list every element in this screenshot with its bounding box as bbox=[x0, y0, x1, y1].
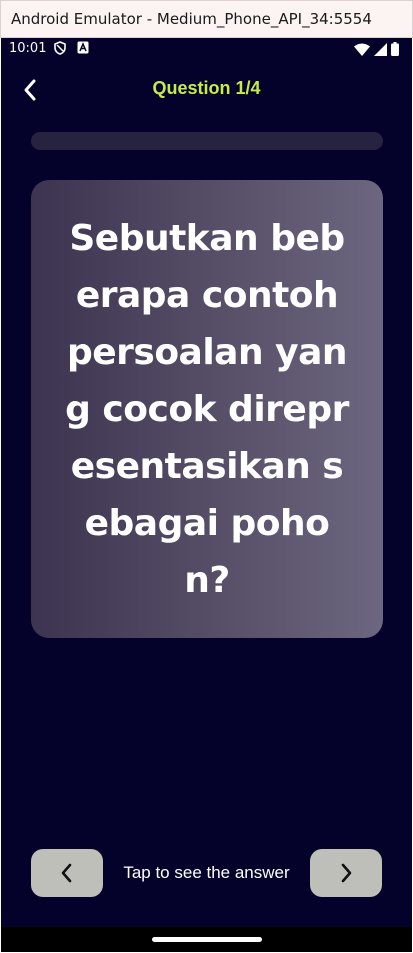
app-bar: Question 1/4 bbox=[1, 76, 412, 104]
page-title: Question 1/4 bbox=[152, 78, 261, 98]
flashcard[interactable]: Sebutkan beberapa contoh persoalan yang … bbox=[31, 180, 383, 638]
show-answer-hint[interactable]: Tap to see the answer bbox=[103, 863, 310, 883]
status-bar: 10:01 bbox=[1, 38, 412, 60]
chevron-left-icon bbox=[61, 863, 72, 883]
question-text: Sebutkan beberapa contoh persoalan yang … bbox=[65, 217, 349, 601]
next-card-button[interactable] bbox=[310, 849, 382, 897]
window-title: Android Emulator - Medium_Phone_API_34:5… bbox=[11, 10, 372, 28]
wifi-icon bbox=[354, 43, 370, 59]
gesture-navigation-bar bbox=[1, 927, 412, 952]
progress-bar bbox=[31, 132, 383, 150]
cell-signal-icon bbox=[374, 42, 387, 59]
chevron-right-icon bbox=[341, 863, 352, 883]
status-right-icons bbox=[354, 42, 399, 59]
home-indicator[interactable] bbox=[152, 937, 262, 942]
card-navigation: Tap to see the answer bbox=[1, 849, 412, 897]
emulator-title-bar: Android Emulator - Medium_Phone_API_34:5… bbox=[0, 0, 413, 38]
previous-card-button[interactable] bbox=[31, 849, 103, 897]
battery-icon bbox=[391, 42, 399, 59]
status-time: 10:01 bbox=[9, 41, 47, 56]
accessibility-a-icon bbox=[77, 41, 89, 57]
phone-screen: 10:01 Question 1/4 Sebutkan beberapa con… bbox=[1, 38, 412, 952]
shield-icon bbox=[53, 41, 67, 58]
